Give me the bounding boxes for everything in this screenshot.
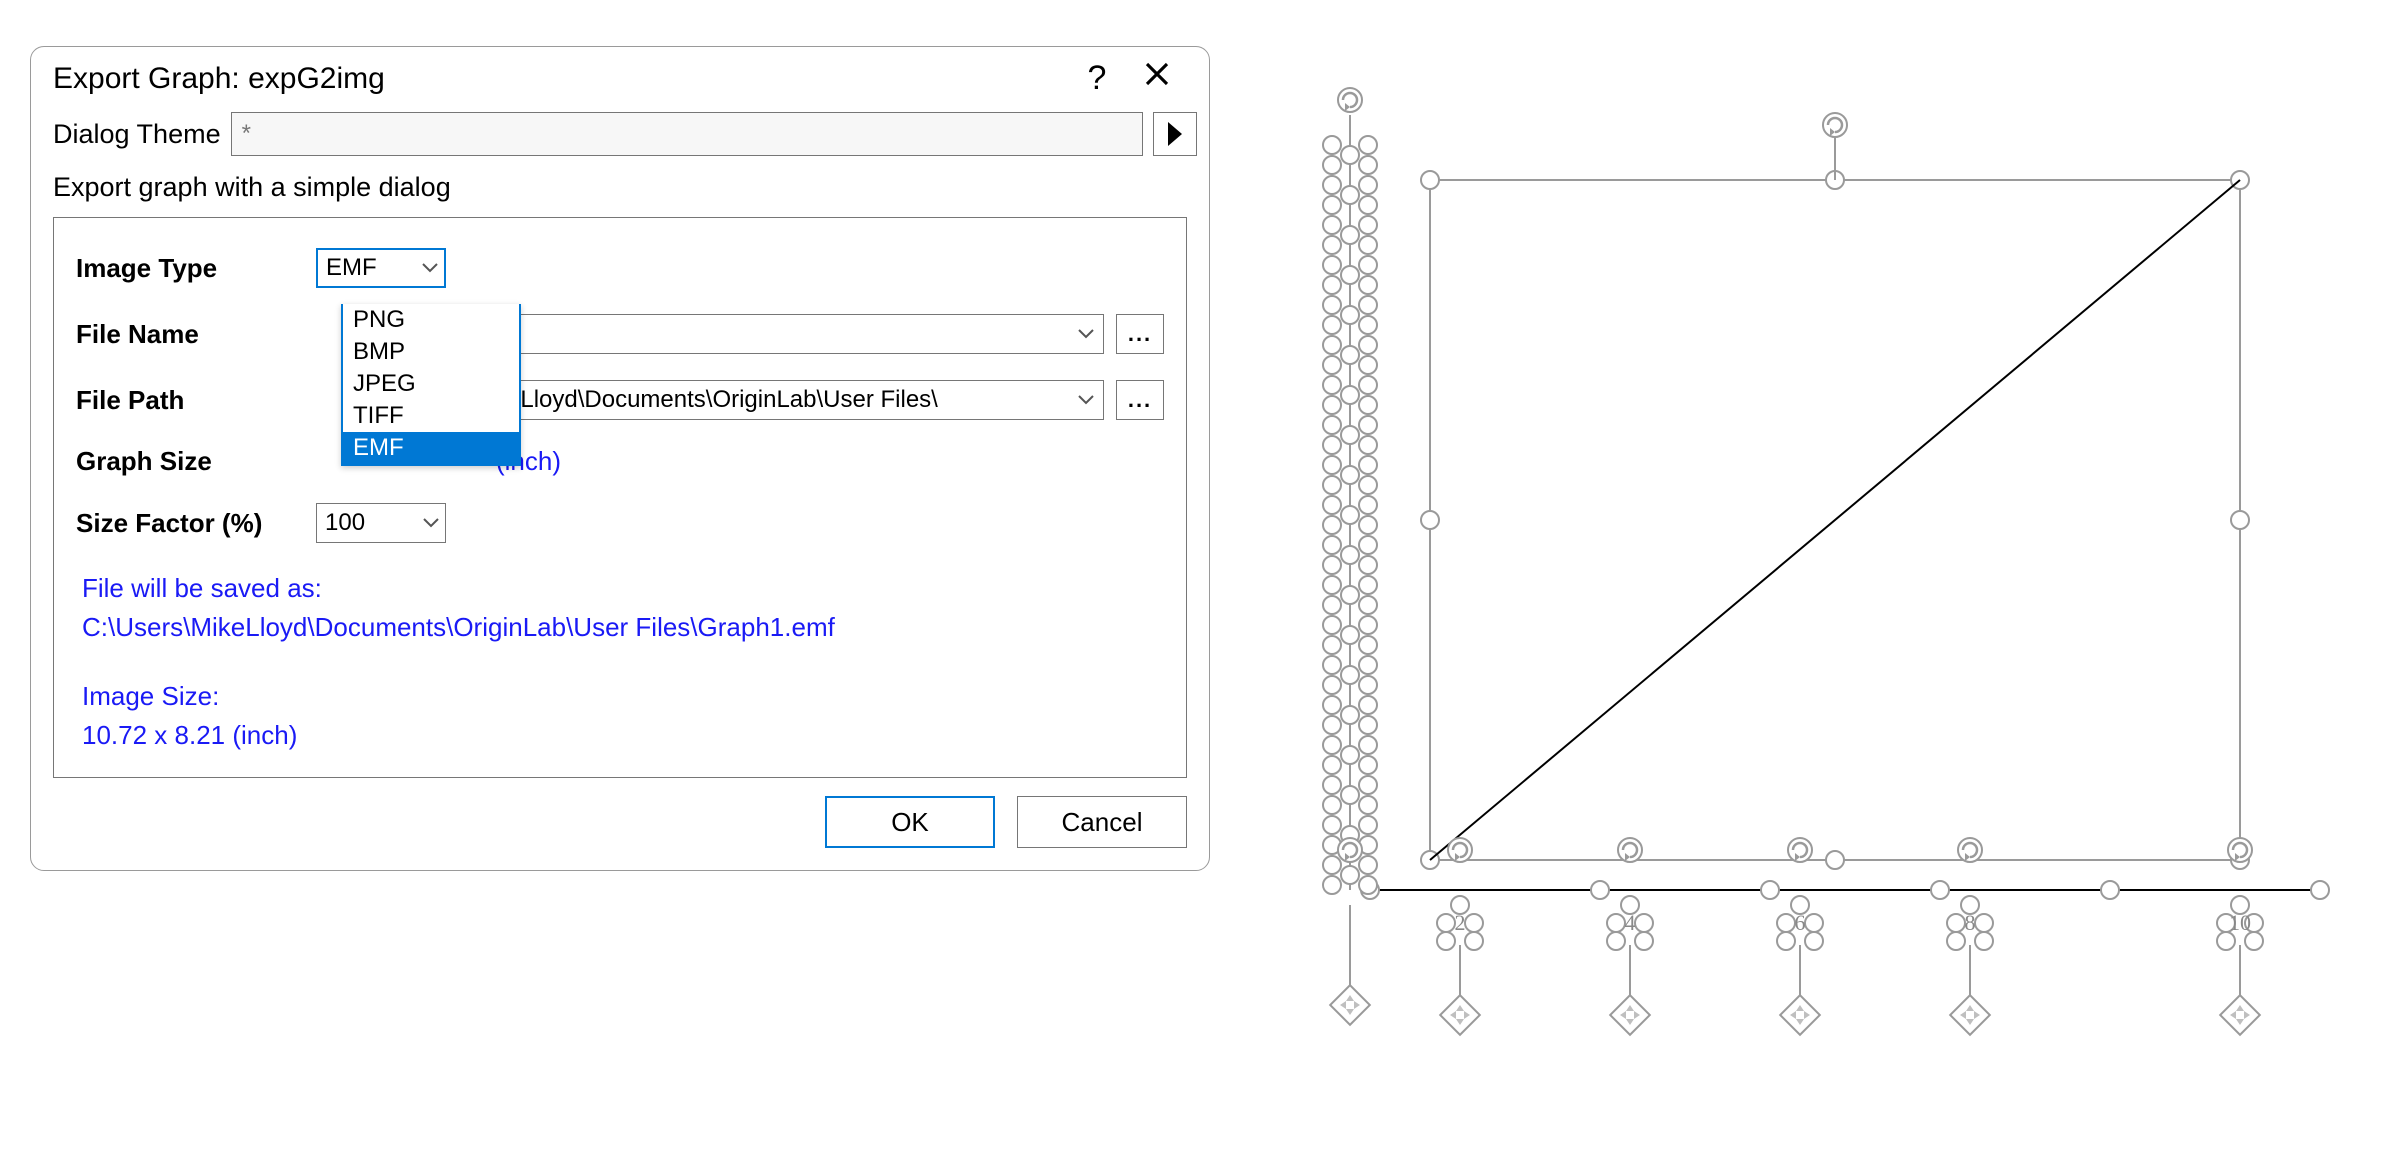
dialog-theme-input[interactable] [231, 112, 1143, 156]
size-factor-combo[interactable]: 100 [316, 503, 446, 543]
titlebar: Export Graph: expG2img ? [31, 47, 1209, 108]
rotate-handle-icon[interactable] [1823, 113, 1847, 137]
file-path-browse-button[interactable]: ... [1116, 380, 1164, 420]
image-type-option-bmp[interactable]: BMP [343, 336, 519, 368]
chevron-down-icon [417, 518, 445, 528]
file-name-browse-button[interactable]: ... [1116, 314, 1164, 354]
size-factor-label: Size Factor (%) [76, 508, 316, 539]
chevron-down-icon [1069, 395, 1103, 405]
row-image-type: Image Type EMF [76, 248, 1164, 288]
file-name-label: File Name [76, 319, 316, 350]
close-button[interactable] [1127, 59, 1187, 98]
file-path-label: File Path [76, 385, 316, 416]
form-area: Image Type EMF File Name ... File Path [53, 217, 1187, 778]
x-tick-label: 8 [1965, 910, 1976, 935]
x-tick-label: 4 [1625, 910, 1636, 935]
chevron-down-icon [1069, 329, 1103, 339]
row-file-path: File Path eLloyd\Documents\OriginLab\Use… [76, 380, 1164, 420]
image-type-dropdown-list[interactable]: PNG BMP JPEG TIFF EMF [341, 304, 521, 466]
graph-preview[interactable]: 2 4 6 8 10 [1260, 60, 2360, 1110]
image-type-option-jpeg[interactable]: JPEG [343, 368, 519, 400]
move-handle-icon[interactable] [1330, 985, 1370, 1025]
x-tick-label: 6 [1795, 910, 1806, 935]
size-factor-value: 100 [317, 509, 417, 537]
image-type-option-png[interactable]: PNG [343, 304, 519, 336]
chevron-down-icon [416, 263, 444, 273]
row-graph-size: Graph Size (inch) [76, 446, 1164, 477]
x-tick-group[interactable]: 6 [1777, 838, 1823, 1035]
image-type-value: EMF [318, 254, 416, 282]
dialog-description: Export graph with a simple dialog [31, 162, 1209, 217]
row-size-factor: Size Factor (%) 100 [76, 503, 1164, 543]
info-saved-as-label: File will be saved as: [82, 569, 1164, 608]
line-series[interactable] [1430, 180, 2240, 860]
help-button[interactable]: ? [1067, 59, 1127, 98]
image-type-option-emf[interactable]: EMF [343, 432, 519, 464]
row-file-name: File Name ... [76, 314, 1164, 354]
dialog-title: Export Graph: expG2img [53, 62, 1067, 96]
x-tick-label: 10 [2229, 910, 2251, 935]
image-type-option-tiff[interactable]: TIFF [343, 400, 519, 432]
ok-button[interactable]: OK [825, 796, 995, 848]
x-tick-group[interactable]: 4 [1607, 838, 1653, 1035]
info-saved-as-path: C:\Users\MikeLloyd\Documents\OriginLab\U… [82, 608, 1164, 647]
info-image-size-label: Image Size: [82, 677, 1164, 716]
info-image-size-value: 10.72 x 8.21 (inch) [82, 716, 1164, 755]
button-row: OK Cancel [31, 796, 1209, 870]
file-path-input[interactable]: eLloyd\Documents\OriginLab\User Files\ [496, 380, 1104, 420]
x-tick-group[interactable]: 8 [1947, 838, 1993, 1035]
theme-bar: Dialog Theme [31, 108, 1209, 162]
dialog-theme-label: Dialog Theme [53, 119, 221, 150]
x-tick-label: 2 [1455, 910, 1466, 935]
info-block: File will be saved as: C:\Users\MikeLloy… [82, 569, 1164, 755]
theme-flyout-button[interactable] [1153, 112, 1197, 156]
graph-size-label: Graph Size [76, 446, 316, 477]
file-name-input[interactable] [496, 314, 1104, 354]
image-type-label: Image Type [76, 253, 316, 284]
move-handle-icon[interactable] [1440, 995, 1480, 1035]
x-tick-group[interactable]: 2 [1437, 838, 1483, 1035]
export-graph-dialog: Export Graph: expG2img ? Dialog Theme Ex… [30, 46, 1210, 871]
image-type-combo[interactable]: EMF [316, 248, 446, 288]
cancel-button[interactable]: Cancel [1017, 796, 1187, 848]
y-axis-handles[interactable] [1323, 88, 1377, 1025]
file-path-value: eLloyd\Documents\OriginLab\User Files\ [497, 386, 1069, 414]
